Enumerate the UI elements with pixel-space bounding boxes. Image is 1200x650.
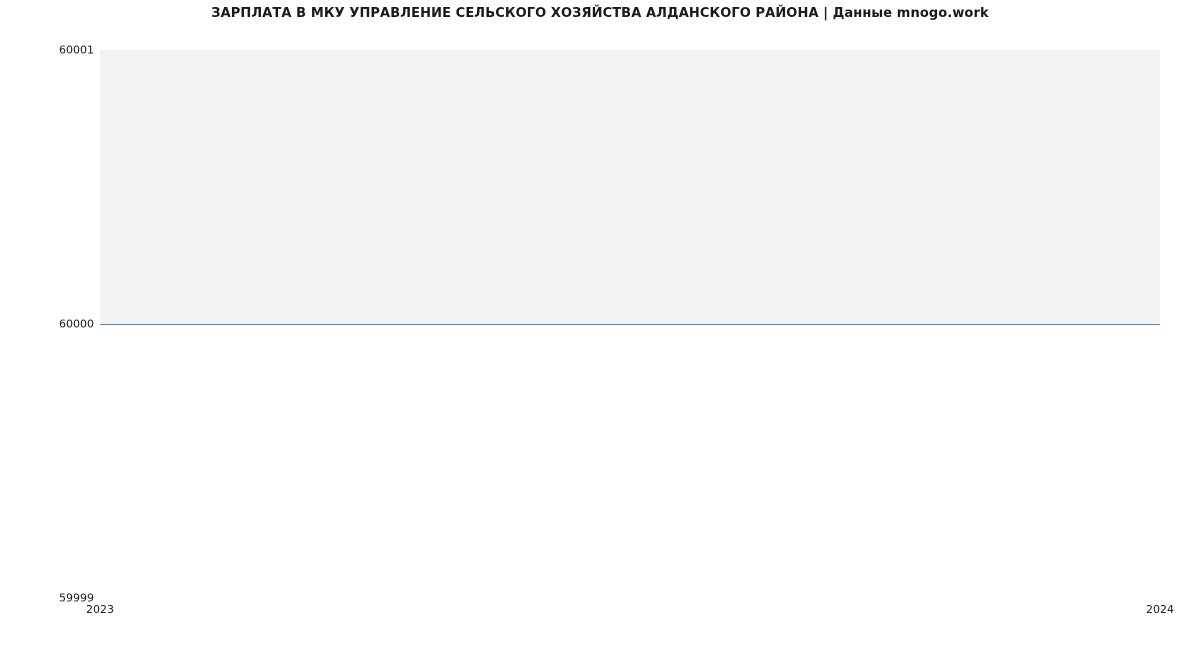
chart-title: ЗАРПЛАТА В МКУ УПРАВЛЕНИЕ СЕЛЬСКОГО ХОЗЯ… xyxy=(0,6,1200,21)
y-tick-label: 60001 xyxy=(59,44,94,57)
y-tick-label: 60000 xyxy=(59,318,94,331)
plot-area xyxy=(100,50,1160,598)
x-tick-label: 2023 xyxy=(86,603,114,616)
salary-line-chart: ЗАРПЛАТА В МКУ УПРАВЛЕНИЕ СЕЛЬСКОГО ХОЗЯ… xyxy=(0,0,1200,650)
series-line xyxy=(100,324,1160,325)
x-tick-label: 2024 xyxy=(1146,603,1174,616)
alt-band xyxy=(100,50,1160,324)
